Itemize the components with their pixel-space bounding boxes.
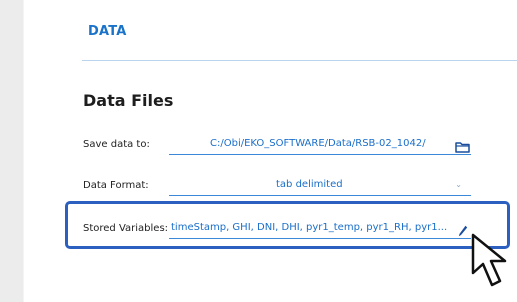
data-format-label: Data Format: [83, 180, 149, 191]
data-format-value: tab delimited [276, 179, 343, 190]
save-path-field[interactable]: C:/Obi/EKO_SOFTWARE/Data/RSB-02_1042/ [169, 135, 471, 155]
highlight-frame [65, 201, 510, 249]
left-rail-edge [23, 0, 24, 302]
save-data-label: Save data to: [83, 139, 150, 150]
folder-icon[interactable] [455, 138, 470, 153]
mouse-pointer-icon [469, 233, 517, 289]
section-divider [82, 60, 517, 61]
save-path-value: C:/Obi/EKO_SOFTWARE/Data/RSB-02_1042/ [210, 138, 426, 149]
data-format-select[interactable]: tab delimited ⌄ [169, 176, 471, 196]
chevron-down-icon[interactable]: ⌄ [455, 180, 462, 189]
tab-data[interactable]: DATA [88, 24, 127, 39]
left-rail [0, 0, 23, 302]
panel-title: Data Files [83, 91, 174, 110]
data-settings-screen: DATA Data Files Save data to: C:/Obi/EKO… [0, 0, 517, 302]
